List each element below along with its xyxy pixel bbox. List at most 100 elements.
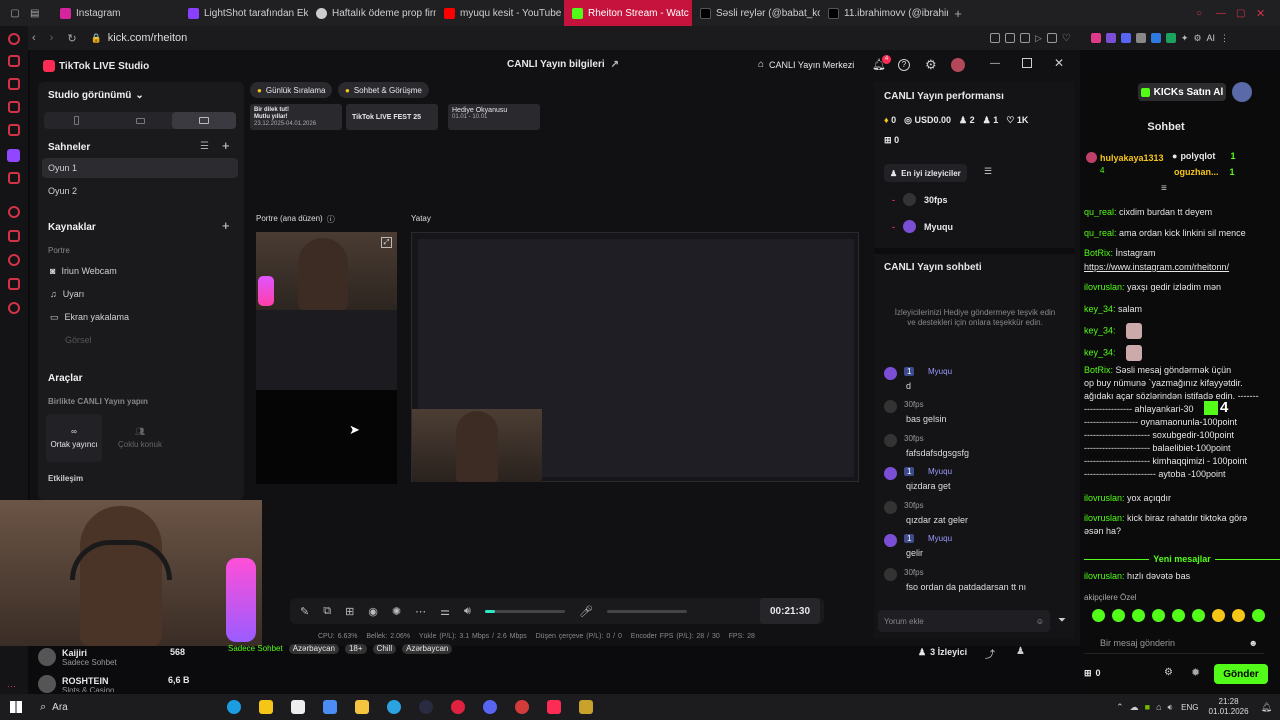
add-scene-icon[interactable]: +: [222, 138, 230, 153]
record-icon[interactable]: ◉: [368, 605, 378, 618]
gift-ocean-banner[interactable]: Hediye Okyanusu 01.01 - 10.01: [448, 104, 540, 130]
opera-gx-icon[interactable]: [450, 700, 465, 714]
settings-gear-icon[interactable]: ⚙: [925, 57, 937, 73]
tag[interactable]: Azərbaycan: [288, 644, 339, 654]
tray-chevron-icon[interactable]: ⌃: [1116, 702, 1124, 713]
portrait-layout-icon[interactable]: [44, 112, 108, 129]
help-icon[interactable]: ?: [898, 59, 910, 71]
store-icon[interactable]: [258, 700, 273, 714]
kick-message-input[interactable]: Bir mesaj gönderin ☻: [1084, 632, 1264, 654]
cube-sidebar-icon[interactable]: [8, 278, 20, 290]
pin-icon[interactable]: [990, 33, 1000, 43]
windows-start-icon[interactable]: [10, 701, 22, 713]
emote-icon[interactable]: [1232, 609, 1245, 622]
window-close-icon[interactable]: ✕: [1054, 56, 1064, 70]
collapse-icon[interactable]: ≡: [1161, 183, 1167, 194]
emoji-icon[interactable]: ☻: [1249, 638, 1258, 648]
screenshot-icon[interactable]: [1005, 33, 1015, 43]
tag[interactable]: Chill: [372, 644, 397, 654]
messenger-sidebar-icon[interactable]: [8, 101, 20, 113]
settings-icon[interactable]: ⚙: [1193, 33, 1201, 44]
tab-tiktok-2[interactable]: 11.ibrahimovv (@ibrahimov: [820, 0, 948, 26]
chat-call-chip[interactable]: ● Sohbet & Görüşme: [338, 82, 429, 98]
chat-settings-icon[interactable]: ⚙: [1164, 667, 1173, 678]
live-fest-banner[interactable]: TikTok LIVE FEST 25: [346, 104, 438, 130]
heart-sidebar-icon[interactable]: [8, 230, 20, 242]
effects-icon[interactable]: ✺: [392, 605, 401, 618]
new-year-banner[interactable]: Bir dilek tut! Mutlu yıllar! 23.12.2025-…: [250, 104, 342, 130]
tag[interactable]: Azərbaycan: [402, 644, 453, 654]
history-sidebar-icon[interactable]: [8, 206, 20, 218]
new-messages-divider[interactable]: Yeni mesajlar: [1084, 554, 1280, 564]
forward-icon[interactable]: ›: [50, 32, 54, 44]
emote-icon[interactable]: [1192, 609, 1205, 622]
dual-layout-icon[interactable]: [172, 112, 236, 129]
tab-prop-firm[interactable]: Haftalık ödeme prop firma: [308, 0, 436, 26]
source-screen[interactable]: ▭ Ekran yakalama: [50, 312, 129, 323]
filter-icon[interactable]: ⏷: [1058, 615, 1066, 626]
send-button[interactable]: Gönder: [1214, 664, 1268, 684]
edit-icon[interactable]: ↗: [611, 59, 619, 70]
tabs-menu-icon[interactable]: ▤: [30, 8, 52, 19]
explorer-icon[interactable]: [354, 700, 369, 714]
language-indicator[interactable]: ENG: [1181, 703, 1198, 712]
co-host-button[interactable]: ∞ Ortak yayıncı: [46, 414, 102, 462]
info-icon[interactable]: ⓘ: [327, 214, 335, 225]
user-avatar[interactable]: [1232, 82, 1252, 102]
list-icon[interactable]: ☰: [984, 166, 992, 177]
live-center-link[interactable]: ⌂ CANLI Yayın Merkezi: [758, 59, 854, 70]
reload-icon[interactable]: ↻: [67, 32, 76, 45]
window-minimize-icon[interactable]: —: [990, 58, 1000, 69]
ai-icon[interactable]: AI: [1207, 33, 1216, 43]
edge-icon[interactable]: [226, 700, 241, 714]
opera-icon[interactable]: [8, 33, 20, 45]
live-info-title[interactable]: CANLI Yayın bilgileri ↗: [507, 59, 619, 70]
emote-icon[interactable]: [1112, 609, 1125, 622]
search-tabs-icon[interactable]: ○: [1196, 8, 1216, 19]
taskbar-search[interactable]: Ara: [52, 702, 68, 713]
expand-icon[interactable]: ⤢: [381, 237, 392, 248]
gear-sidebar-icon[interactable]: [8, 302, 20, 314]
discord-icon[interactable]: [482, 700, 497, 714]
clock-sidebar-icon[interactable]: [8, 254, 20, 266]
source-image[interactable]: Görsel: [65, 335, 92, 345]
notification-icon[interactable]: 🔔︎: [1261, 702, 1272, 713]
telegram-icon[interactable]: [386, 700, 401, 714]
emoji-icon[interactable]: ☺: [1036, 617, 1044, 626]
network-icon[interactable]: ⌂: [1156, 702, 1161, 712]
tab-youtube[interactable]: myuqu kesit - YouTube: [436, 0, 564, 26]
overlay-icon[interactable]: ⧉: [323, 605, 331, 618]
extensions-icon[interactable]: ✦: [1181, 33, 1189, 44]
new-tab-button[interactable]: +: [948, 6, 968, 21]
buy-kicks-button[interactable]: KICKs Satın Al: [1138, 83, 1226, 101]
tag[interactable]: 18+: [344, 644, 367, 654]
cloud-icon[interactable]: ☁: [1130, 702, 1139, 713]
ext-icon-6[interactable]: [1165, 33, 1176, 43]
multi-guest-button[interactable]: 👥︎ Çoklu konuk: [110, 414, 170, 462]
emote-icon[interactable]: [1252, 609, 1265, 622]
related-stream[interactable]: ROSHTEIN Slots & Casino 6,6 B: [38, 674, 198, 694]
chrome-icon[interactable]: [514, 700, 529, 714]
youtube-sidebar-icon[interactable]: [8, 172, 20, 184]
ext-icon-2[interactable]: [1105, 33, 1116, 43]
emote-icon[interactable]: [1152, 609, 1165, 622]
heart-icon[interactable]: ♡: [1062, 33, 1071, 44]
scene-item-oyun-2[interactable]: Oyun 2: [48, 186, 77, 196]
app-icon-2[interactable]: [578, 700, 593, 714]
tag[interactable]: Sadece Sohbet: [228, 644, 283, 654]
emote-icon[interactable]: [1132, 609, 1145, 622]
speaker-icon[interactable]: 🔊︎: [464, 605, 471, 618]
instagram-sidebar-icon[interactable]: [8, 78, 20, 90]
tiktok-studio-icon[interactable]: [546, 700, 561, 714]
play-icon[interactable]: ▷: [1035, 33, 1042, 44]
app-icon[interactable]: [290, 700, 305, 714]
window-maximize-icon[interactable]: [1022, 58, 1032, 68]
mixer-icon[interactable]: ⚌: [440, 605, 450, 618]
more-icon[interactable]: ⋯: [415, 605, 426, 618]
url-field[interactable]: kick.com/rheiton: [108, 32, 187, 44]
tab-lightshot[interactable]: LightShot tarafından Ekra: [180, 0, 308, 26]
top-viewers-tab[interactable]: ♟ En iyi izleyiciler: [884, 164, 967, 182]
camera-icon[interactable]: [1046, 33, 1057, 43]
ext-icon-3[interactable]: [1120, 33, 1131, 43]
tab-instagram[interactable]: Instagram: [52, 0, 180, 26]
